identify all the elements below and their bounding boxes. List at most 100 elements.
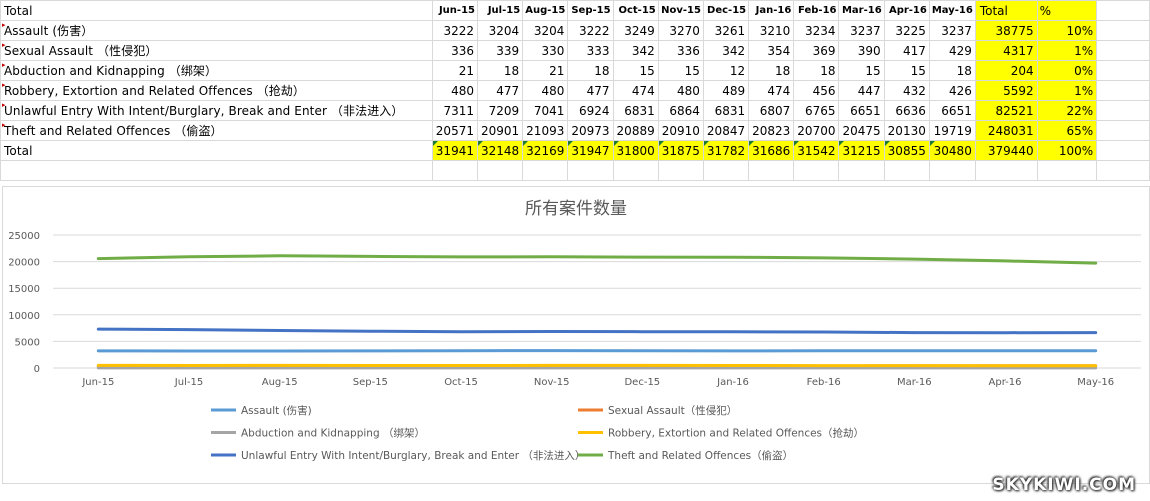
value-cell: 426 (928, 80, 976, 101)
total-value-cell: 31542 (793, 140, 840, 161)
comment-marker: ▸ (2, 21, 6, 29)
row-total: 248031 (974, 120, 1038, 141)
value-cell: 3222 (431, 20, 478, 41)
table-row: ▸ Sexual Assault （性侵犯） 336 339 330 333 342 336 3… (0, 40, 1150, 61)
month-header: Oct-15 (612, 0, 659, 21)
row-total: 82521 (974, 100, 1038, 121)
row-total: 38775 (974, 20, 1038, 41)
value-cell: 3261 (702, 20, 750, 41)
y-tick-label: 0 (34, 364, 40, 375)
table-row: ▸ Robbery, Extortion and Related Offences… (0, 80, 1150, 101)
value-cell: 429 (928, 40, 976, 61)
empty-cell (1096, 100, 1150, 121)
value-cell: 18 (567, 60, 614, 81)
value-cell: 15 (657, 60, 704, 81)
value-cell: 480 (522, 80, 569, 101)
total-value-cell: 32169 (522, 140, 569, 161)
total-row: Total 31941 32148 32169 31947 31800 31875 31782… (0, 140, 1150, 161)
x-tick-label: Nov-15 (534, 377, 570, 388)
row-pct: 65% (1036, 120, 1098, 141)
value-cell: 6636 (883, 100, 930, 121)
x-tick-label: Jan-16 (716, 377, 749, 388)
value-cell: 3204 (476, 20, 524, 41)
value-cell: 336 (431, 40, 478, 61)
total-value-cell: 31875 (657, 140, 704, 161)
legend-label: Abduction and Kidnapping （绑架） (241, 428, 425, 440)
value-cell: 489 (702, 80, 750, 101)
table-row: ▸ Theft and Related Offences （偷盗） 20571 209… (0, 120, 1150, 141)
value-cell: 477 (476, 80, 524, 101)
value-cell: 6807 (748, 100, 795, 121)
empty-cell (793, 160, 840, 181)
watermark: SKYKIWI.COM (992, 475, 1136, 495)
total-row-label: Total (0, 140, 433, 161)
value-cell: 333 (567, 40, 614, 61)
chart-area: 所有案件数量 0 5000 10000 15000 20000 25000 Jun-15 Jul… (2, 186, 1150, 484)
row-total: 5592 (974, 80, 1038, 101)
month-header: Aug-15 (522, 0, 569, 21)
x-tick-label: Sep-15 (353, 377, 388, 388)
value-cell: 21093 (522, 120, 569, 141)
row-pct: 22% (1036, 100, 1098, 121)
comment-marker: ▸ (2, 81, 6, 89)
total-value-cell: 31947 (567, 140, 614, 161)
value-cell: 3237 (928, 20, 976, 41)
value-cell: 354 (748, 40, 795, 61)
empty-cell (1096, 40, 1150, 61)
value-cell: 432 (883, 80, 930, 101)
value-cell: 417 (883, 40, 930, 61)
value-cell: 6831 (612, 100, 659, 121)
value-cell: 20901 (476, 120, 524, 141)
row-label: ▸ Theft and Related Offences （偷盗） (0, 120, 433, 141)
empty-cell (431, 160, 478, 181)
row-total: 4317 (974, 40, 1038, 61)
table-row: ▸ Abduction and Kidnapping （绑架） 21 18 21 18 15… (0, 60, 1150, 81)
grand-total: 379440 (974, 140, 1038, 161)
y-tick-label: 10000 (8, 311, 40, 322)
empty-cell (702, 160, 750, 181)
x-tick-label: May-16 (1077, 377, 1114, 388)
empty-cell (1096, 60, 1150, 81)
value-cell: 474 (612, 80, 659, 101)
value-cell: 3204 (522, 20, 569, 41)
line-chart: 所有案件数量 0 5000 10000 15000 20000 25000 Jun-15 Jul… (8, 199, 1141, 462)
row-label: ▸ Abduction and Kidnapping （绑架） (0, 60, 433, 81)
empty-cell (838, 160, 885, 181)
value-cell: 6924 (567, 100, 614, 121)
empty-cell (1096, 140, 1150, 161)
value-cell: 15 (838, 60, 885, 81)
value-cell: 7041 (522, 100, 569, 121)
y-tick-label: 15000 (8, 284, 40, 295)
value-cell: 3237 (838, 20, 885, 41)
value-cell: 18 (793, 60, 840, 81)
row-pct: 1% (1036, 80, 1098, 101)
legend-label: Theft and Related Offences（偷盗） (607, 449, 793, 462)
value-cell: 339 (476, 40, 524, 61)
value-cell: 3222 (567, 20, 614, 41)
value-cell: 447 (838, 80, 885, 101)
value-cell: 18 (476, 60, 524, 81)
value-cell: 18 (748, 60, 795, 81)
value-cell: 456 (793, 80, 840, 101)
legend-label: Unlawful Entry With Intent/Burglary, Bre… (241, 449, 585, 462)
empty-cell (657, 160, 704, 181)
legend-label: Assault (伤害) (241, 404, 312, 417)
x-tick-label: Mar-16 (897, 377, 932, 388)
month-header: Apr-16 (883, 0, 930, 21)
month-header: Feb-16 (793, 0, 840, 21)
empty-cell (0, 160, 433, 181)
value-cell: 20889 (612, 120, 659, 141)
value-cell: 342 (702, 40, 750, 61)
month-header: May-16 (928, 0, 976, 21)
empty-cell (1036, 160, 1098, 181)
value-cell: 6831 (702, 100, 750, 121)
table-row: ▸ Unlawful Entry With Intent/Burglary, Br… (0, 100, 1150, 121)
value-cell: 480 (431, 80, 478, 101)
empty-cell (1096, 160, 1150, 181)
total-header: Total (974, 0, 1038, 21)
empty-cell (522, 160, 569, 181)
value-cell: 336 (657, 40, 704, 61)
empty-cell (1096, 80, 1150, 101)
series-line (96, 327, 1098, 335)
value-cell: 20847 (702, 120, 750, 141)
